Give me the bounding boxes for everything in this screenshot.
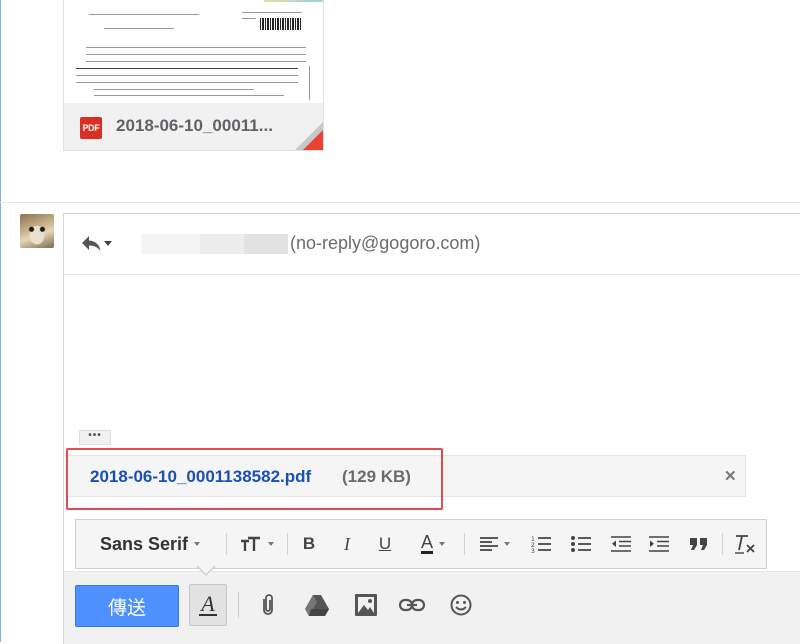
bottom-bar-divider (238, 592, 239, 618)
recipient-name-redacted (141, 234, 288, 254)
chevron-down-icon (504, 542, 510, 546)
indent-more-button[interactable] (642, 520, 676, 568)
svg-text:3: 3 (531, 548, 535, 553)
chevron-down-icon[interactable] (104, 241, 112, 246)
attach-file-button[interactable] (255, 592, 281, 618)
pdf-icon: PDF (80, 117, 102, 139)
text-size-icon (241, 536, 260, 551)
preview-line (86, 54, 306, 55)
preview-accent-bar (264, 0, 323, 2)
formatting-toolbar: Sans Serif B I U A 1 2 3 (75, 519, 767, 569)
preview-line (309, 66, 310, 100)
preview-line (94, 95, 284, 96)
chevron-down-icon (194, 542, 201, 546)
numbered-list-icon: 1 2 3 (531, 536, 551, 553)
preview-line (242, 18, 256, 19)
text-color-icon: A (420, 532, 433, 554)
insert-link-button[interactable] (399, 592, 425, 618)
previous-attachment-card[interactable]: PDF 2018-06-10_00011... (63, 0, 324, 151)
link-icon (399, 598, 425, 612)
avatar (20, 214, 54, 248)
photo-icon (355, 594, 377, 616)
indent-more-icon (649, 536, 669, 552)
remove-attachment-button[interactable]: ✕ (724, 467, 737, 485)
remove-formatting-button[interactable] (728, 520, 762, 568)
preview-line (94, 89, 254, 90)
formatting-options-toggle[interactable]: A (189, 584, 227, 626)
preview-barcode (260, 18, 302, 30)
compose-bottom-bar: 傳送 A (64, 571, 800, 644)
numbered-list-button[interactable]: 1 2 3 (524, 520, 558, 568)
toolbar-divider (722, 533, 723, 555)
remove-formatting-icon (735, 535, 755, 554)
align-button[interactable] (472, 520, 518, 568)
text-size-button[interactable] (234, 520, 280, 568)
emoji-icon (450, 594, 472, 616)
insert-drive-file-button[interactable] (304, 592, 330, 618)
paperclip-icon (263, 594, 273, 615)
preview-line (89, 14, 199, 15)
underline-button[interactable]: U (370, 520, 400, 568)
text-color-button[interactable]: A (408, 520, 458, 568)
italic-button[interactable]: I (332, 520, 362, 568)
insert-photo-button[interactable] (353, 592, 379, 618)
left-edge-line (0, 0, 1, 642)
attachment-preview-thumbnail (64, 0, 323, 103)
toolbar-divider (464, 533, 465, 555)
previous-attachment-name: 2018-06-10_00011... (116, 116, 273, 135)
chevron-down-icon (268, 542, 274, 546)
attachment-card-footer: PDF 2018-06-10_00011... (64, 103, 323, 150)
align-left-icon (480, 537, 498, 551)
toolbar-pointer-inner (197, 565, 215, 574)
insert-emoji-button[interactable] (448, 592, 474, 618)
reply-compose-box: (no-reply@gogoro.com) ••• 2018-06-10_000… (63, 213, 800, 644)
preview-line (86, 47, 306, 48)
send-button[interactable]: 傳送 (75, 585, 179, 627)
format-icon: A (199, 591, 217, 616)
toolbar-divider (287, 533, 288, 555)
compose-header: (no-reply@gogoro.com) (64, 214, 800, 275)
card-corner-red (303, 130, 323, 150)
chevron-down-icon (439, 542, 445, 546)
toolbar-divider (226, 533, 227, 555)
bold-button[interactable]: B (294, 520, 324, 568)
bulleted-list-icon (571, 536, 591, 552)
show-trimmed-content-button[interactable]: ••• (79, 430, 111, 445)
indent-less-icon (611, 536, 631, 552)
attachment-highlight-box (66, 448, 443, 510)
quote-button[interactable] (682, 520, 716, 568)
preview-line (104, 28, 174, 29)
preview-line (76, 68, 298, 69)
quote-icon (690, 538, 707, 550)
bulleted-list-button[interactable] (564, 520, 598, 568)
font-family-select[interactable]: Sans Serif (80, 520, 220, 568)
message-separator (0, 202, 800, 203)
google-drive-icon (305, 594, 329, 616)
font-family-label: Sans Serif (99, 533, 189, 554)
preview-line (76, 75, 298, 76)
indent-less-button[interactable] (604, 520, 638, 568)
preview-line (86, 61, 306, 62)
preview-line (242, 12, 302, 13)
reply-icon[interactable] (80, 234, 102, 252)
preview-line (76, 82, 298, 83)
recipient-email[interactable]: (no-reply@gogoro.com) (290, 233, 480, 254)
